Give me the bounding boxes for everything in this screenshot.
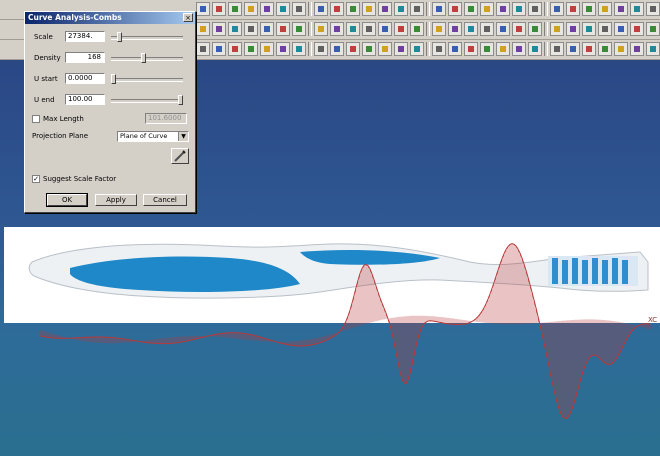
close-icon[interactable]: × — [183, 13, 193, 22]
projection-plane-label: Projection Plane — [32, 132, 89, 140]
cancel-button[interactable]: Cancel — [143, 194, 187, 206]
uend-label: U end — [34, 96, 55, 104]
ustart-label: U start — [34, 75, 58, 83]
toothbrush-model — [28, 243, 649, 299]
suggest-scale-checkbox[interactable]: ✓ — [32, 175, 40, 183]
apply-button[interactable]: Apply — [95, 194, 137, 206]
scale-slider-thumb[interactable] — [117, 32, 122, 42]
density-field[interactable]: 168 — [65, 52, 105, 63]
density-slider-thumb[interactable] — [141, 53, 146, 63]
projection-plane-value: Plane of Curve — [120, 132, 168, 140]
density-label: Density — [34, 54, 61, 62]
max-length-checkbox[interactable] — [32, 115, 40, 123]
chevron-down-icon[interactable]: ▼ — [178, 132, 188, 141]
scale-field[interactable]: 27384. — [65, 31, 105, 42]
bristle-head — [548, 256, 638, 286]
ustart-field[interactable]: 0.0000 — [65, 73, 105, 84]
dialog-title: Curve Analysis-Combs — [25, 12, 195, 24]
density-slider[interactable] — [111, 53, 183, 63]
pick-plane-button[interactable] — [171, 148, 189, 164]
axis-label: XC — [648, 316, 657, 324]
projection-plane-dropdown[interactable]: Plane of Curve ▼ — [117, 131, 189, 142]
curve-analysis-dialog: Curve Analysis-Combs × Scale 27384. Dens… — [24, 11, 196, 213]
scale-label: Scale — [34, 33, 53, 41]
pencil-icon — [174, 150, 186, 162]
scale-slider[interactable] — [111, 32, 183, 42]
uend-slider-thumb[interactable] — [178, 95, 183, 105]
uend-slider[interactable] — [111, 95, 183, 105]
ustart-slider[interactable] — [111, 74, 183, 84]
checkmark-icon: ✓ — [33, 175, 39, 183]
suggest-scale-label: Suggest Scale Factor — [43, 175, 117, 183]
ok-button[interactable]: OK — [46, 193, 88, 207]
uend-field[interactable]: 100.00 — [65, 94, 105, 105]
ustart-slider-thumb[interactable] — [111, 74, 116, 84]
max-length-label: Max Length — [43, 115, 84, 123]
max-length-field[interactable]: 101.6000 — [145, 113, 187, 124]
